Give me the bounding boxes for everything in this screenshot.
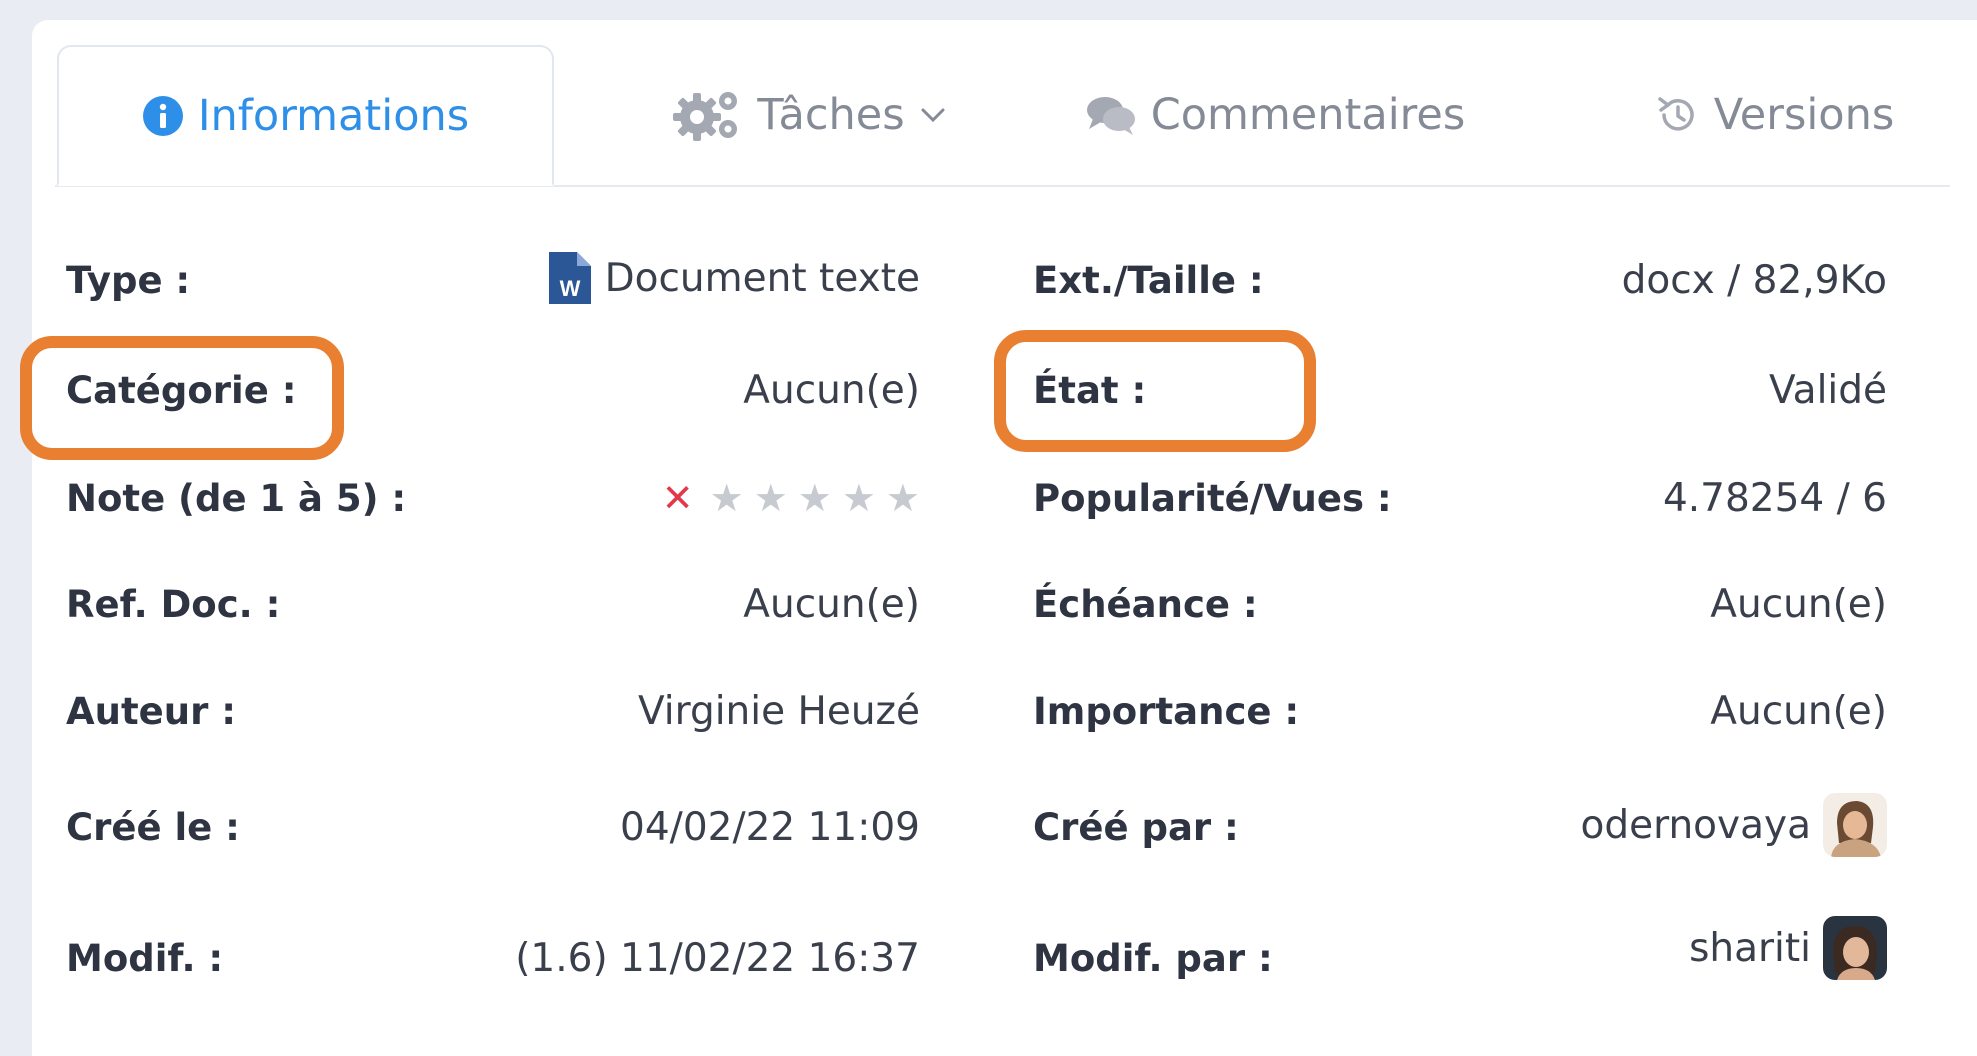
chevron-down-icon	[921, 108, 945, 123]
modified-by-username[interactable]: shariti	[1689, 926, 1811, 971]
field-value-ref-doc: Aucun(e)	[743, 581, 920, 627]
gears-icon	[673, 92, 738, 141]
document-type-text: Document texte	[604, 255, 920, 301]
field-value-popularity: 4.78254 / 6	[1662, 475, 1887, 521]
user-avatar[interactable]	[1823, 793, 1887, 857]
user-avatar[interactable]	[1823, 914, 1887, 982]
created-by-username[interactable]: odernovaya	[1581, 803, 1812, 848]
rating-star-1[interactable]: ★	[710, 479, 744, 517]
info-circle-icon	[142, 95, 183, 136]
field-label-type: Type :	[66, 258, 191, 302]
svg-text:W: W	[559, 276, 580, 301]
tab-taches[interactable]: Tâches	[625, 45, 995, 185]
field-value-created: 04/02/22 11:09	[620, 804, 920, 850]
tab-label: Informations	[197, 90, 470, 141]
field-label-popularity: Popularité/Vues :	[1033, 476, 1392, 520]
history-icon	[1657, 97, 1694, 131]
tab-label: Tâches	[757, 90, 905, 140]
field-value-modified-by[interactable]: shariti	[1689, 916, 1887, 980]
word-document-icon: W	[548, 252, 591, 304]
field-value-author: Virginie Heuzé	[637, 688, 920, 734]
tab-commentaires[interactable]: Commentaires	[1065, 45, 1485, 185]
highlight-category	[20, 336, 344, 460]
tab-label: Versions	[1713, 90, 1895, 140]
field-label-importance: Importance :	[1033, 689, 1300, 733]
field-value-ext-size: docx / 82,9Ko	[1621, 257, 1887, 303]
field-label-modified: Modif. :	[66, 936, 224, 980]
rating-star-2[interactable]: ★	[754, 479, 788, 517]
rating-star-4[interactable]: ★	[842, 479, 876, 517]
field-value-importance: Aucun(e)	[1710, 688, 1887, 734]
field-label-modified-by: Modif. par :	[1033, 936, 1273, 980]
field-value-created-by[interactable]: odernovaya	[1581, 793, 1887, 857]
field-label-ref-doc: Ref. Doc. :	[66, 582, 281, 626]
field-label-rating: Note (de 1 à 5) :	[66, 476, 407, 520]
clear-rating-icon[interactable]: ✕	[662, 479, 694, 517]
rating-star-5[interactable]: ★	[886, 479, 920, 517]
field-label-due: Échéance :	[1033, 582, 1258, 626]
field-value-type: W Document texte	[547, 248, 920, 308]
field-value-due: Aucun(e)	[1710, 581, 1887, 627]
comments-icon	[1086, 97, 1135, 135]
tab-versions[interactable]: Versions	[1615, 45, 1935, 185]
field-label-created-by: Créé par :	[1033, 805, 1239, 849]
field-value-modified: (1.6) 11/02/22 16:37	[515, 935, 920, 981]
field-value-state: Validé	[1769, 367, 1887, 413]
field-label-author: Auteur :	[66, 689, 237, 733]
rating-star-3[interactable]: ★	[798, 479, 832, 517]
field-value-category: Aucun(e)	[743, 367, 920, 413]
tab-label: Commentaires	[1150, 90, 1466, 140]
rating-widget: ✕ ★ ★ ★ ★ ★	[662, 468, 920, 528]
field-label-created: Créé le :	[66, 805, 240, 849]
field-label-ext-size: Ext./Taille :	[1033, 258, 1264, 302]
tab-bar: Informations Tâches Commentaires Version…	[55, 45, 1950, 187]
tab-informations[interactable]: Informations	[57, 45, 554, 186]
highlight-state	[994, 330, 1316, 452]
